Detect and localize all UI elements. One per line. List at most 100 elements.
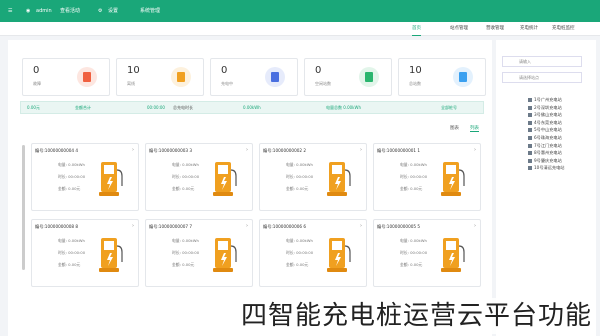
charger-pump-icon xyxy=(441,162,465,196)
chevron-right-icon[interactable]: › xyxy=(474,147,476,153)
tab-list[interactable]: 列表 xyxy=(470,125,479,132)
station-node-icon xyxy=(528,128,532,133)
station-tree-item[interactable]: 7号江门充电站 xyxy=(528,143,562,149)
station-tree-item[interactable]: 9号肇庆充电站 xyxy=(528,158,562,164)
station-tree-item[interactable]: 4号东莞充电站 xyxy=(528,120,562,126)
station-tree-item[interactable]: 8号惠州充电站 xyxy=(528,150,562,156)
station-icon xyxy=(171,67,191,87)
station-node-icon xyxy=(528,98,532,102)
chevron-right-icon[interactable]: › xyxy=(474,223,476,229)
summary-label: 金额合计 xyxy=(75,105,91,110)
scrollbar[interactable] xyxy=(22,145,25,270)
charger-card[interactable]: 编号:10000000003 3 › 电量: 0.00kWh 时长: 00:00:00… xyxy=(145,143,253,211)
chevron-right-icon[interactable]: › xyxy=(246,223,248,229)
charger-duration: 时长: 00:00:00 xyxy=(400,250,428,255)
station-tree-item[interactable]: 1号广州充电站 xyxy=(528,97,562,103)
charger-pump-icon xyxy=(441,238,465,272)
charger-energy: 电量: 0.00kWh xyxy=(286,238,313,243)
stat-card-offline[interactable]: 10 离线 xyxy=(116,58,204,96)
charger-energy: 电量: 0.00kWh xyxy=(172,162,199,167)
settings-icon[interactable]: ⚙ xyxy=(98,0,102,22)
charger-energy: 电量: 0.00kWh xyxy=(58,238,85,243)
station-node-icon xyxy=(528,136,532,140)
charger-card[interactable]: 编号:10000000007 7 › 电量: 0.00kWh 时长: 00:00:00… xyxy=(145,219,253,287)
station-filter-select[interactable]: 请选择站点 xyxy=(502,72,582,83)
tab-monitor[interactable]: 充电桩监控 xyxy=(552,22,575,35)
user-name[interactable]: admin xyxy=(36,0,52,22)
charger-card[interactable]: 编号:10000000004 4 › 电量: 0.00kWh 时长: 00:00:00… xyxy=(31,143,139,211)
charger-amount: 金额: 0.00元 xyxy=(286,186,309,191)
stat-label: 空闲站数 xyxy=(315,81,331,86)
chevron-right-icon[interactable]: › xyxy=(360,147,362,153)
settings-link[interactable]: 设置 xyxy=(108,0,118,22)
stat-value: 10 xyxy=(127,65,140,76)
stat-card-idle[interactable]: 0 空闲站数 xyxy=(304,58,392,96)
station-node-icon xyxy=(528,105,532,110)
tab-home[interactable]: 首页 xyxy=(412,22,421,36)
station-tree-label: 9号肇庆充电站 xyxy=(534,157,562,163)
station-node-icon xyxy=(528,158,532,163)
station-tree-label: 8号惠州充电站 xyxy=(534,150,562,156)
charger-energy: 电量: 0.00kWh xyxy=(58,162,85,167)
menu-icon[interactable]: ☰ xyxy=(8,0,12,22)
station-node-icon xyxy=(528,166,532,171)
charger-card[interactable]: 编号:10000000005 5 › 电量: 0.00kWh 时长: 00:00:00… xyxy=(373,219,481,287)
summary-label: 0.00元 xyxy=(27,105,40,110)
station-tree-item[interactable]: 3号佛山充电站 xyxy=(528,112,562,118)
stat-value: 0 xyxy=(221,65,228,76)
station-tree-label: 3号佛山充电站 xyxy=(534,112,562,118)
charger-title: 编号:10000000004 4 xyxy=(35,148,79,153)
station-tree-label: 10号清远充电站 xyxy=(534,165,565,171)
stat-value: 0 xyxy=(315,65,322,76)
tab-revenue[interactable]: 营收管理 xyxy=(486,22,504,35)
charger-energy: 电量: 0.00kWh xyxy=(286,162,313,167)
station-tree-label: 2号深圳充电站 xyxy=(534,104,562,110)
station-tree-label: 7号江门充电站 xyxy=(534,142,562,148)
station-icon xyxy=(359,67,379,87)
stat-label: 离线 xyxy=(127,81,135,86)
station-tree-item[interactable]: 2号深圳充电站 xyxy=(528,105,562,111)
charger-amount: 金额: 0.00元 xyxy=(172,262,195,267)
station-tree-item[interactable]: 5号中山充电站 xyxy=(528,127,562,133)
summary-label: 电量总数 0.00kWh xyxy=(326,105,361,110)
search-input[interactable]: 请输入 xyxy=(502,56,582,67)
summary-value: 00:00:00 xyxy=(147,105,165,110)
stat-card-total[interactable]: 10 总站数 xyxy=(398,58,486,96)
station-icon xyxy=(265,67,285,87)
charger-card[interactable]: 编号:10000000001 1 › 电量: 0.00kWh 时长: 00:00:00… xyxy=(373,143,481,211)
charger-title: 编号:10000000001 1 xyxy=(377,148,421,153)
chevron-right-icon[interactable]: › xyxy=(132,147,134,153)
station-tree-item[interactable]: 10号清远充电站 xyxy=(528,165,564,171)
charger-title: 编号:10000000002 2 xyxy=(263,148,307,153)
charger-title: 编号:10000000007 7 xyxy=(149,224,193,229)
avatar[interactable]: ◉ xyxy=(26,0,30,22)
charger-card[interactable]: 编号:10000000002 2 › 电量: 0.00kWh 时长: 00:00:00… xyxy=(259,143,367,211)
station-tree-label: 1号广州充电站 xyxy=(534,97,562,102)
station-icon xyxy=(77,67,97,87)
station-node-icon xyxy=(528,151,532,156)
charger-title: 编号:10000000008 8 xyxy=(35,224,79,229)
charger-duration: 时长: 00:00:00 xyxy=(58,174,86,179)
chevron-right-icon[interactable]: › xyxy=(132,223,134,229)
stat-card-fault[interactable]: 0 故障 xyxy=(22,58,110,96)
top-bar: ☰ ◉ admin 查看活动 ⚙ 设置 系统管理 xyxy=(0,0,600,22)
charger-duration: 时长: 00:00:00 xyxy=(286,250,314,255)
station-tree-item[interactable]: 6号珠海充电站 xyxy=(528,135,562,141)
tab-stations[interactable]: 站点管理 xyxy=(450,22,468,35)
charger-energy: 电量: 0.00kWh xyxy=(172,238,199,243)
charger-card[interactable]: 编号:10000000006 6 › 电量: 0.00kWh 时长: 00:00:00… xyxy=(259,219,367,287)
station-node-icon xyxy=(528,120,532,125)
sidebar-panel xyxy=(496,40,596,336)
stat-label: 总站数 xyxy=(409,81,421,86)
tab-charts[interactable]: 图表 xyxy=(450,125,459,131)
system-link[interactable]: 系统管理 xyxy=(140,0,160,22)
charger-card[interactable]: 编号:10000000008 8 › 电量: 0.00kWh 时长: 00:00:00… xyxy=(31,219,139,287)
charger-title: 编号:10000000006 6 xyxy=(263,224,307,229)
stat-card-charging[interactable]: 0 充电中 xyxy=(210,58,298,96)
chevron-right-icon[interactable]: › xyxy=(246,147,248,153)
charger-duration: 时长: 00:00:00 xyxy=(286,174,314,179)
activity-link[interactable]: 查看活动 xyxy=(60,0,80,22)
station-node-icon xyxy=(528,143,532,148)
tab-stats[interactable]: 充电统计 xyxy=(520,22,538,35)
chevron-right-icon[interactable]: › xyxy=(360,223,362,229)
